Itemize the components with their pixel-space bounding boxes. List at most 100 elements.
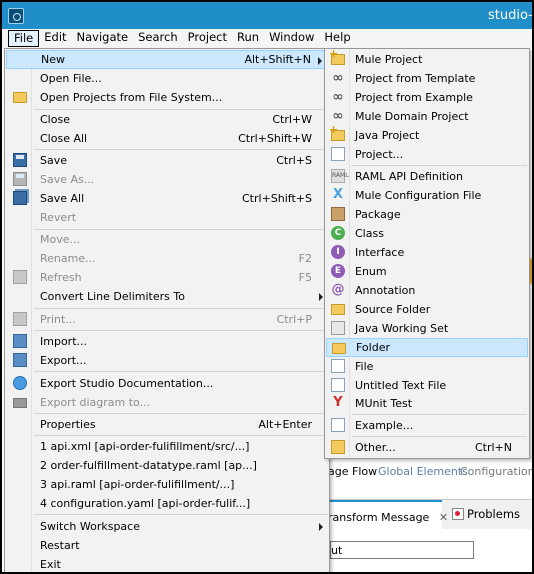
new-submenu: Mule Project ∞ Project from Template ∞ P… [324,47,530,459]
new-java-project[interactable]: Java Project [326,123,528,145]
domain-project-icon: ∞ [332,108,344,124]
separator [352,165,527,166]
new-munit-test[interactable]: Y MUnit Test [326,394,528,413]
recent-file-1[interactable]: 1 api.xml [api-order-fulifillment/src/..… [6,437,328,456]
class-icon: C [331,226,345,240]
file-export[interactable]: Export... [6,351,328,370]
file-save-as[interactable]: Save As... [6,170,328,189]
camera-icon [13,398,27,408]
file-save-shortcut: Ctrl+S [276,154,312,167]
refresh-icon [13,270,27,284]
new-mule-project[interactable]: Mule Project [326,47,528,69]
file-open-projects[interactable]: Open Projects from File System... [6,88,328,107]
file-properties-label: Properties [40,418,96,431]
menu-search[interactable]: Search [133,30,183,47]
new-untitled-text-file[interactable]: Untitled Text File [326,376,528,395]
menu-project[interactable]: Project [183,30,232,47]
folder-icon [13,92,27,103]
separator [34,413,328,414]
file-convert-line-delimiters[interactable]: Convert Line Delimiters To [6,287,328,306]
file-revert[interactable]: Revert [6,208,328,227]
file-save-all-label: Save All [40,192,85,205]
menu-help[interactable]: Help [319,30,355,47]
print-icon [13,312,27,326]
new-interface-label: Interface [355,246,405,259]
new-folder-label: Folder [356,341,390,354]
file-print-shortcut: Ctrl+P [276,313,312,326]
menu-run[interactable]: Run [232,30,264,47]
new-mule-project-label: Mule Project [355,53,423,66]
file-export-diagram[interactable]: Export diagram to... [6,393,328,412]
file-close[interactable]: Close Ctrl+W [6,110,328,129]
menu-file[interactable]: File [8,30,40,47]
window-title: studio-w [488,8,533,23]
file-refresh[interactable]: Refresh F5 [6,268,328,287]
file-close-all[interactable]: Close All Ctrl+Shift+W [6,129,328,148]
file-close-all-label: Close All [40,132,88,145]
new-class[interactable]: C Class [326,224,528,243]
file-save[interactable]: Save Ctrl+S [6,151,328,170]
recent-file-2[interactable]: 2 order-fulfillment-datatype.raml [ap...… [6,456,328,475]
new-project-from-template[interactable]: ∞ Project from Template [326,69,528,88]
new-munit-test-label: MUnit Test [355,397,413,410]
file-open-file[interactable]: Open File... [6,69,328,88]
new-source-folder-label: Source Folder [355,303,431,316]
tab-message-flow[interactable]: age Flow [328,465,377,478]
new-raml-api-definition[interactable]: RAML RAML API Definition [326,167,528,186]
new-file[interactable]: File [326,357,528,376]
file-import[interactable]: Import... [6,332,328,351]
file-restart-label: Restart [40,539,80,552]
tab-configuration-xml[interactable]: Configuration X [460,465,532,478]
new-source-folder[interactable]: Source Folder [326,300,528,319]
file-export-studio-docs[interactable]: Export Studio Documentation... [6,374,328,393]
recent-file-4-label: 4 configuration.yaml [api-order-fulif...… [40,497,251,510]
new-annotation[interactable]: @ Annotation [326,281,528,300]
new-other[interactable]: Other... Ctrl+N [326,438,528,457]
close-icon[interactable]: ✕ [439,511,448,524]
new-project-from-example[interactable]: ∞ Project from Example [326,88,528,107]
new-enum-label: Enum [355,265,387,278]
menu-navigate[interactable]: Navigate [72,30,134,47]
new-mule-domain-project[interactable]: ∞ Mule Domain Project [326,107,528,126]
new-raml-api-definition-label: RAML API Definition [355,170,464,183]
recent-file-3[interactable]: 3 api.raml [api-order-fulifillment/...] [6,475,328,494]
file-export-studio-docs-label: Export Studio Documentation... [40,377,214,390]
file-rename-shortcut: F2 [298,252,312,265]
mule-config-icon: X [332,187,344,202]
new-java-working-set[interactable]: Java Working Set [326,319,528,338]
file-new[interactable]: New Alt+Shift+N [6,50,328,69]
file-properties[interactable]: Properties Alt+Enter [6,415,328,434]
new-package-label: Package [355,208,401,221]
recent-file-4[interactable]: 4 configuration.yaml [api-order-fulif...… [6,494,328,513]
file-exit[interactable]: Exit [6,555,328,572]
new-mule-configuration-file[interactable]: X Mule Configuration File [326,186,528,205]
new-project[interactable]: Project... [326,145,528,164]
new-package[interactable]: Package [326,205,528,224]
tab-global-elements[interactable]: Global Elements [378,465,468,478]
new-enum[interactable]: E Enum [326,262,528,281]
save-all-icon [13,191,27,205]
separator [34,330,328,331]
menu-window[interactable]: Window [264,30,319,47]
menu-edit[interactable]: Edit [39,30,71,47]
file-rename[interactable]: Rename... F2 [6,249,328,268]
working-set-icon [331,321,345,335]
file-restart[interactable]: Restart [6,536,328,555]
file-save-all[interactable]: Save All Ctrl+Shift+S [6,189,328,208]
recent-file-3-label: 3 api.raml [api-order-fulifillment/...] [40,478,235,491]
tab-transform-message[interactable]: ransform Message ✕ [328,500,448,529]
file-print[interactable]: Print... Ctrl+P [6,310,328,329]
java-project-icon [329,123,345,141]
file-move[interactable]: Move... [6,230,328,249]
new-example[interactable]: Example... [326,416,528,435]
tab-problems[interactable]: Problems [467,507,520,521]
separator [352,414,527,415]
recent-file-1-label: 1 api.xml [api-order-fulifillment/src/..… [40,440,250,453]
file-save-label: Save [40,154,68,167]
new-mule-configuration-file-label: Mule Configuration File [355,189,482,202]
file-switch-workspace[interactable]: Switch Workspace [6,517,328,536]
new-folder[interactable]: Folder [326,338,528,357]
transform-input[interactable]: ut [330,541,474,559]
new-interface[interactable]: I Interface [326,243,528,262]
new-other-shortcut: Ctrl+N [474,441,512,454]
